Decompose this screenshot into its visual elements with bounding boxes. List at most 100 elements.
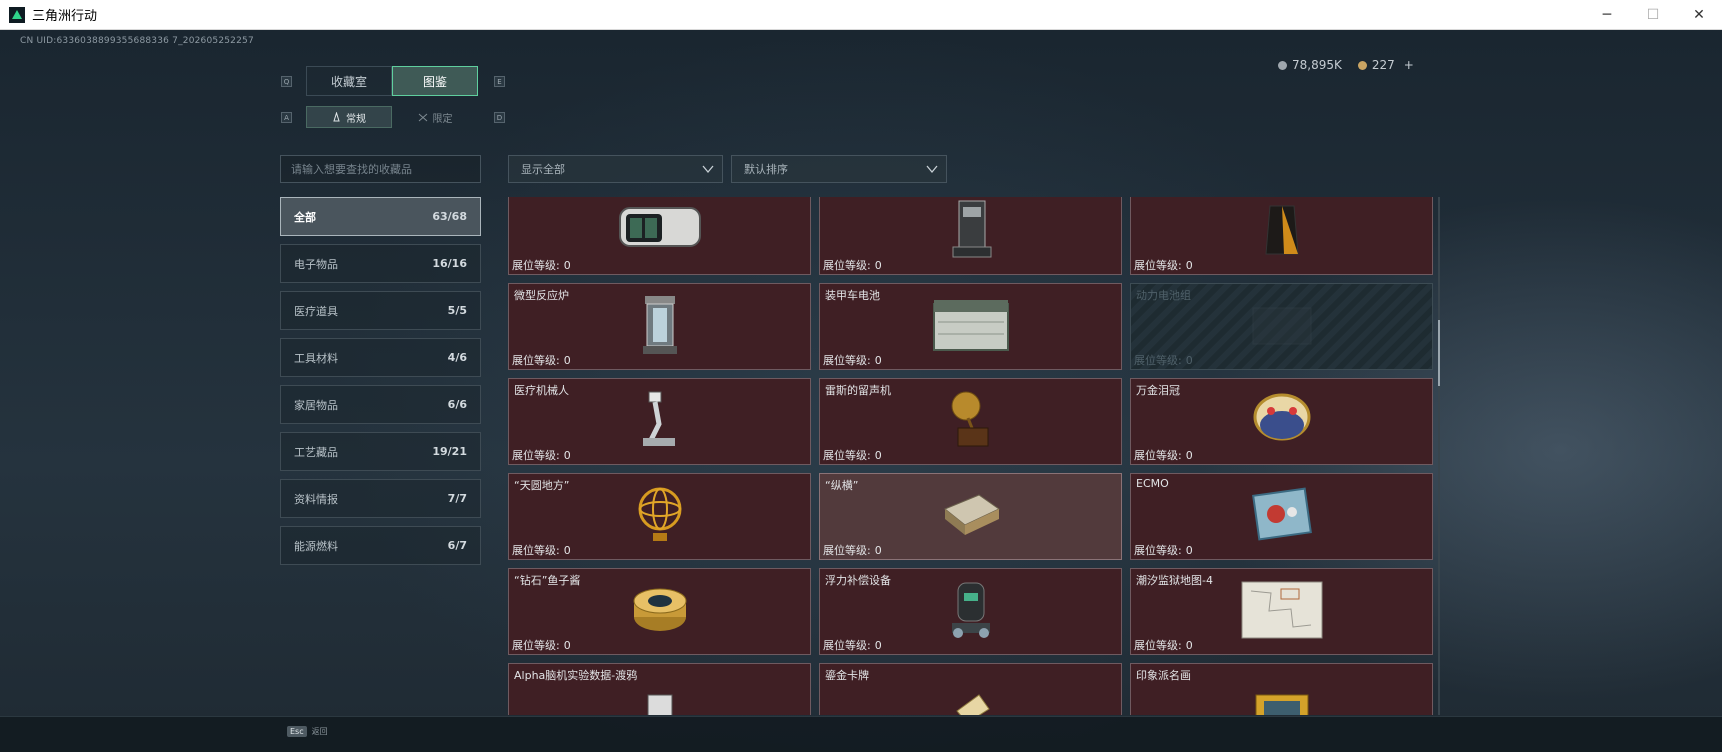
window-titlebar: 三角洲行动 ─ ☐ ✕ — [0, 0, 1722, 30]
collection-card[interactable]: ECMO 展位等级: 0 — [1130, 473, 1433, 560]
item-level: 展位等级: 0 — [1134, 257, 1193, 273]
search-input[interactable]: 请输入想要查找的收藏品 — [280, 155, 481, 183]
category-label: 电子物品 — [294, 257, 338, 271]
add-currency-button[interactable]: + — [1404, 58, 1414, 72]
category-count: 19/21 — [432, 445, 467, 458]
category-electronics[interactable]: 电子物品 16/16 — [280, 244, 481, 283]
level-label: 展位等级: — [1134, 259, 1182, 272]
key-hint-a: A — [281, 112, 292, 123]
level-value: 0 — [1185, 259, 1193, 272]
collection-card[interactable]: 装甲车电池展位等级: 0 — [819, 283, 1122, 370]
level-label: 展位等级: — [823, 544, 871, 557]
collection-card[interactable]: 展位等级: 0 — [1130, 197, 1433, 275]
tab-collection-room[interactable]: 收藏室 — [306, 66, 392, 96]
battery-icon — [928, 294, 1014, 360]
level-label: 展位等级: — [823, 354, 871, 367]
armillary-sphere-icon — [635, 483, 685, 551]
category-label: 家居物品 — [294, 398, 338, 412]
collection-card[interactable]: 医疗机械人 展位等级: 0 — [508, 378, 811, 465]
scrollbar-track[interactable] — [1438, 197, 1440, 715]
category-label: 全部 — [294, 210, 316, 224]
category-count: 16/16 — [432, 257, 467, 270]
category-label: 工具材料 — [294, 351, 338, 365]
gramophone-icon — [946, 388, 996, 456]
category-intel[interactable]: 资料情报 7/7 — [280, 479, 481, 518]
main-tabs: 收藏室 图鉴 — [306, 66, 478, 96]
medical-robot-icon — [635, 388, 685, 456]
data-device-icon — [640, 685, 680, 715]
collection-card[interactable]: 潮汐监狱地图-4 展位等级: 0 — [1130, 568, 1433, 655]
scrollbar-thumb[interactable] — [1438, 320, 1440, 386]
item-level: 展位等级: 0 — [1134, 637, 1193, 653]
item-name: 微型反应炉 — [514, 289, 569, 302]
item-level: 展位等级: 0 — [1134, 447, 1193, 463]
collection-card[interactable]: 鎏金卡牌展位等级:0 — [819, 663, 1122, 715]
collection-card[interactable]: 展位等级: 0 — [819, 197, 1122, 275]
category-count: 6/6 — [447, 398, 467, 411]
category-count: 5/5 — [447, 304, 467, 317]
display-filter-select[interactable]: 显示全部 — [508, 155, 723, 183]
item-level: 展位等级: 0 — [512, 352, 571, 368]
collection-card[interactable]: 动力电池组 展位等级: 0 — [1130, 283, 1433, 370]
item-name: 装甲车电池 — [825, 289, 880, 302]
category-count: 63/68 — [432, 210, 467, 223]
level-label: 展位等级: — [1134, 449, 1182, 462]
item-level: 展位等级: 0 — [1134, 352, 1193, 368]
item-name: 鎏金卡牌 — [825, 669, 869, 682]
category-tools[interactable]: 工具材料 4/6 — [280, 338, 481, 377]
level-label: 展位等级: — [1134, 354, 1182, 367]
collection-card[interactable]: 印象派名画展位等级:0 — [1130, 663, 1433, 715]
coffee-machine-icon — [941, 199, 1001, 265]
maximize-button[interactable]: ☐ — [1630, 0, 1676, 30]
category-all[interactable]: 全部 63/68 — [280, 197, 481, 236]
item-name: “天圆地方” — [514, 479, 570, 492]
tab-codex[interactable]: 图鉴 — [392, 66, 478, 96]
chevron-down-icon — [702, 165, 714, 174]
item-name: 潮汐监狱地图-4 — [1136, 574, 1213, 587]
level-label: 展位等级: — [823, 639, 871, 652]
level-value: 0 — [1185, 639, 1193, 652]
collection-grid: 展位等级: 0 展位等级: 0 展位等级: 0 微型反应炉 展位等级: 0 装甲车电池 展位等级: 0… — [508, 197, 1435, 715]
game-area: CN UID:6336038899355688336 7_20260525225… — [0, 30, 1722, 752]
collection-grid-inner: 展位等级: 0 展位等级: 0 展位等级: 0 微型反应炉 展位等级: 0 装甲车电池 展位等级: 0… — [508, 197, 1433, 715]
level-label: 展位等级: — [512, 449, 560, 462]
camera-icon — [612, 202, 708, 262]
collection-card[interactable]: 微型反应炉展位等级: 0 — [508, 283, 811, 370]
item-level: 展位等级: 0 — [823, 352, 882, 368]
collection-card[interactable]: 浮力补偿设备 展位等级: 0 — [819, 568, 1122, 655]
window-title: 三角洲行动 — [32, 9, 98, 24]
item-level: 展位等级: 0 — [512, 447, 571, 463]
close-button[interactable]: ✕ — [1676, 0, 1722, 30]
jeweled-egg-icon — [1251, 387, 1313, 457]
category-medical[interactable]: 医疗道具 5/5 — [280, 291, 481, 330]
category-sidebar: 全部 63/68 电子物品 16/16 医疗道具 5/5 工具材料 4/6 家居… — [280, 197, 481, 573]
item-name: 浮力补偿设备 — [825, 574, 891, 587]
subtab-limited[interactable]: 限定 — [392, 106, 478, 128]
collection-card[interactable]: 雷斯的留声机 展位等级: 0 — [819, 378, 1122, 465]
window-controls: ─ ☐ ✕ — [1584, 0, 1722, 30]
category-crafts[interactable]: 工艺藏品 19/21 — [280, 432, 481, 471]
collection-card[interactable]: 万金泪冠 展位等级: 0 — [1130, 378, 1433, 465]
subtab-regular[interactable]: 常规 — [306, 106, 392, 128]
collection-card[interactable]: “钻石”鱼子酱 展位等级: 0 — [508, 568, 811, 655]
sub-tabs: 常规 限定 — [306, 106, 478, 128]
item-name: ECMO — [1136, 477, 1169, 490]
item-level: 展位等级: 0 — [512, 257, 571, 273]
category-home[interactable]: 家居物品 6/6 — [280, 385, 481, 424]
ecmo-machine-icon — [1248, 482, 1316, 552]
collection-card[interactable]: 展位等级: 0 — [508, 197, 811, 275]
sort-select[interactable]: 默认排序 — [731, 155, 947, 183]
collection-card[interactable]: Alpha脑机实验数据-渡鸦展位等级:0 — [508, 663, 811, 715]
back-button[interactable]: Esc 返回 — [287, 726, 328, 737]
category-energy[interactable]: 能源燃料 6/7 — [280, 526, 481, 565]
collection-card[interactable]: “天圆地方” 展位等级: 0 — [508, 473, 811, 560]
key-hint-e: E — [494, 76, 505, 87]
item-name: “纵横” — [825, 479, 859, 492]
item-name: Alpha脑机实验数据-渡鸦 — [514, 669, 638, 682]
minimize-button[interactable]: ─ — [1584, 0, 1630, 30]
level-value: 0 — [563, 639, 571, 652]
subtab-regular-label: 常规 — [346, 113, 366, 125]
collection-card[interactable]: “纵横” 展位等级: 0 — [819, 473, 1122, 560]
buoyancy-device-icon — [946, 577, 996, 647]
level-value: 0 — [874, 259, 882, 272]
